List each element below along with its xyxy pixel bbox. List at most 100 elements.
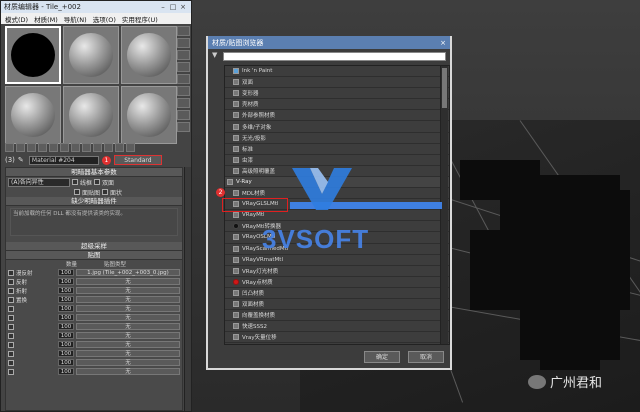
map-slot-button[interactable]: 无 bbox=[76, 323, 180, 330]
list-item[interactable]: 快速SSS2 bbox=[225, 321, 449, 333]
map-amount-spinner[interactable]: 100 bbox=[58, 278, 74, 285]
list-item[interactable]: VRayVRmatMtl bbox=[225, 255, 449, 266]
map-slot-button[interactable]: 无 bbox=[76, 305, 180, 312]
close-icon[interactable]: × bbox=[440, 39, 446, 47]
video-check-icon[interactable] bbox=[177, 74, 190, 84]
map-enable-checkbox[interactable] bbox=[8, 269, 14, 276]
map-amount-spinner[interactable]: 100 bbox=[58, 341, 74, 348]
map-slot-button[interactable]: 无 bbox=[76, 368, 180, 375]
two-sided-checkbox[interactable] bbox=[94, 179, 101, 185]
map-amount-spinner[interactable]: 100 bbox=[58, 368, 74, 375]
ok-button[interactable]: 确定 bbox=[364, 351, 400, 363]
map-slot-button[interactable]: 无 bbox=[76, 350, 180, 357]
map-enable-checkbox[interactable] bbox=[8, 287, 14, 294]
map-enable-checkbox[interactable] bbox=[8, 314, 14, 321]
list-item[interactable]: 外部参照材质 bbox=[225, 110, 449, 122]
get-material-icon[interactable] bbox=[5, 143, 14, 152]
map-enable-checkbox[interactable] bbox=[8, 350, 14, 357]
map-amount-spinner[interactable]: 100 bbox=[58, 332, 74, 339]
panel-scrollbar[interactable] bbox=[184, 167, 191, 411]
make-unique-icon[interactable] bbox=[60, 143, 69, 152]
sample-slot[interactable] bbox=[5, 86, 61, 144]
list-item[interactable]: Vray矢量位移 bbox=[225, 332, 449, 344]
background-icon[interactable] bbox=[177, 50, 190, 60]
maximize-icon[interactable]: □ bbox=[168, 3, 178, 11]
eyedropper-icon[interactable]: ✎ bbox=[18, 156, 26, 164]
map-amount-spinner[interactable]: 100 bbox=[58, 305, 74, 312]
material-navigator-icon[interactable] bbox=[177, 122, 190, 132]
map-amount-spinner[interactable]: 100 bbox=[58, 287, 74, 294]
sample-type-icon[interactable] bbox=[177, 26, 190, 36]
make-copy-icon[interactable] bbox=[49, 143, 58, 152]
assign-to-selection-icon[interactable] bbox=[27, 143, 36, 152]
put-to-library-icon[interactable] bbox=[71, 143, 80, 152]
list-item[interactable]: VRay灯光材质 bbox=[225, 266, 449, 277]
search-input[interactable] bbox=[223, 52, 446, 61]
sample-slot[interactable] bbox=[121, 26, 177, 84]
map-amount-spinner[interactable]: 100 bbox=[58, 323, 74, 330]
map-enable-checkbox[interactable] bbox=[8, 341, 14, 348]
list-item[interactable]: 向覆盖换材质 bbox=[225, 310, 449, 322]
face-map-checkbox[interactable] bbox=[74, 189, 80, 195]
scroll-thumb[interactable] bbox=[442, 68, 447, 108]
map-amount-spinner[interactable]: 100 bbox=[58, 359, 74, 366]
rollout-shader-basic[interactable]: 明暗器基本参数 bbox=[6, 168, 182, 177]
map-amount-spinner[interactable]: 100 bbox=[58, 350, 74, 357]
map-enable-checkbox[interactable] bbox=[8, 323, 14, 330]
map-amount-spinner[interactable]: 100 bbox=[58, 296, 74, 303]
select-by-material-icon[interactable] bbox=[177, 110, 190, 120]
map-amount-spinner[interactable]: 100 bbox=[58, 269, 74, 276]
map-slot-button[interactable]: 1.jpg (Tile_+002_+003_0.jpg) bbox=[76, 269, 180, 276]
list-item[interactable]: 模糊材质 bbox=[225, 343, 449, 344]
map-slot-button[interactable]: 无 bbox=[76, 278, 180, 285]
list-item[interactable]: 变形器 bbox=[225, 88, 449, 100]
sample-slot[interactable] bbox=[63, 86, 119, 144]
map-slot-button[interactable]: 无 bbox=[76, 287, 180, 294]
backlight-icon[interactable] bbox=[177, 38, 190, 48]
put-to-scene-icon[interactable] bbox=[16, 143, 25, 152]
menu-item[interactable]: 实用程序(U) bbox=[122, 14, 158, 24]
sample-slot[interactable] bbox=[121, 86, 177, 144]
map-slot-button[interactable]: 无 bbox=[76, 359, 180, 366]
list-item[interactable]: 双面材质 bbox=[225, 299, 449, 311]
sample-slot[interactable] bbox=[5, 26, 61, 84]
map-slot-button[interactable]: 无 bbox=[76, 314, 180, 321]
map-slot-button[interactable]: 无 bbox=[76, 296, 180, 303]
map-enable-checkbox[interactable] bbox=[8, 359, 14, 366]
material-type-button[interactable]: Standard bbox=[113, 155, 162, 165]
rollout-maps[interactable]: 贴图 bbox=[6, 251, 182, 260]
menu-item[interactable]: 模式(D) bbox=[5, 14, 28, 24]
reset-map-icon[interactable] bbox=[38, 143, 47, 152]
uv-tiling-icon[interactable] bbox=[177, 62, 190, 72]
map-enable-checkbox[interactable] bbox=[8, 368, 14, 375]
list-item[interactable]: 无光/投影 bbox=[225, 133, 449, 144]
preview-icon[interactable] bbox=[177, 86, 190, 96]
close-icon[interactable]: × bbox=[178, 3, 188, 11]
list-item[interactable]: 凹凸材质 bbox=[225, 288, 449, 299]
menu-item[interactable]: 导航(N) bbox=[64, 14, 87, 24]
minimize-icon[interactable]: – bbox=[158, 3, 168, 11]
list-item[interactable]: VRay点材质 bbox=[225, 277, 449, 288]
menu-item[interactable]: 材质(M) bbox=[34, 14, 58, 24]
map-amount-spinner[interactable]: 100 bbox=[58, 314, 74, 321]
material-name-field[interactable]: Material #204 bbox=[28, 155, 99, 165]
menu-item[interactable]: 选项(O) bbox=[93, 14, 116, 24]
show-end-result-icon[interactable] bbox=[104, 143, 113, 152]
options-icon[interactable] bbox=[177, 98, 190, 108]
browser-options-icon[interactable]: ▼ bbox=[212, 51, 217, 59]
map-enable-checkbox[interactable] bbox=[8, 332, 14, 339]
map-enable-checkbox[interactable] bbox=[8, 296, 14, 303]
map-enable-checkbox[interactable] bbox=[8, 305, 14, 312]
cancel-button[interactable]: 取消 bbox=[408, 351, 444, 363]
map-slot-button[interactable]: 无 bbox=[76, 332, 180, 339]
go-forward-icon[interactable] bbox=[126, 143, 135, 152]
list-item[interactable]: 壳材质 bbox=[225, 99, 449, 111]
material-id-icon[interactable] bbox=[82, 143, 91, 152]
list-item[interactable]: 多维/子对象 bbox=[225, 121, 449, 133]
sample-slot[interactable] bbox=[63, 26, 119, 84]
show-map-icon[interactable] bbox=[93, 143, 102, 152]
shader-select[interactable]: (A)各向异性 bbox=[8, 177, 70, 187]
list-item[interactable]: 双面 bbox=[225, 77, 449, 89]
rollout-missing-shader[interactable]: 缺少明暗器插件 bbox=[6, 197, 182, 206]
map-enable-checkbox[interactable] bbox=[8, 278, 14, 285]
